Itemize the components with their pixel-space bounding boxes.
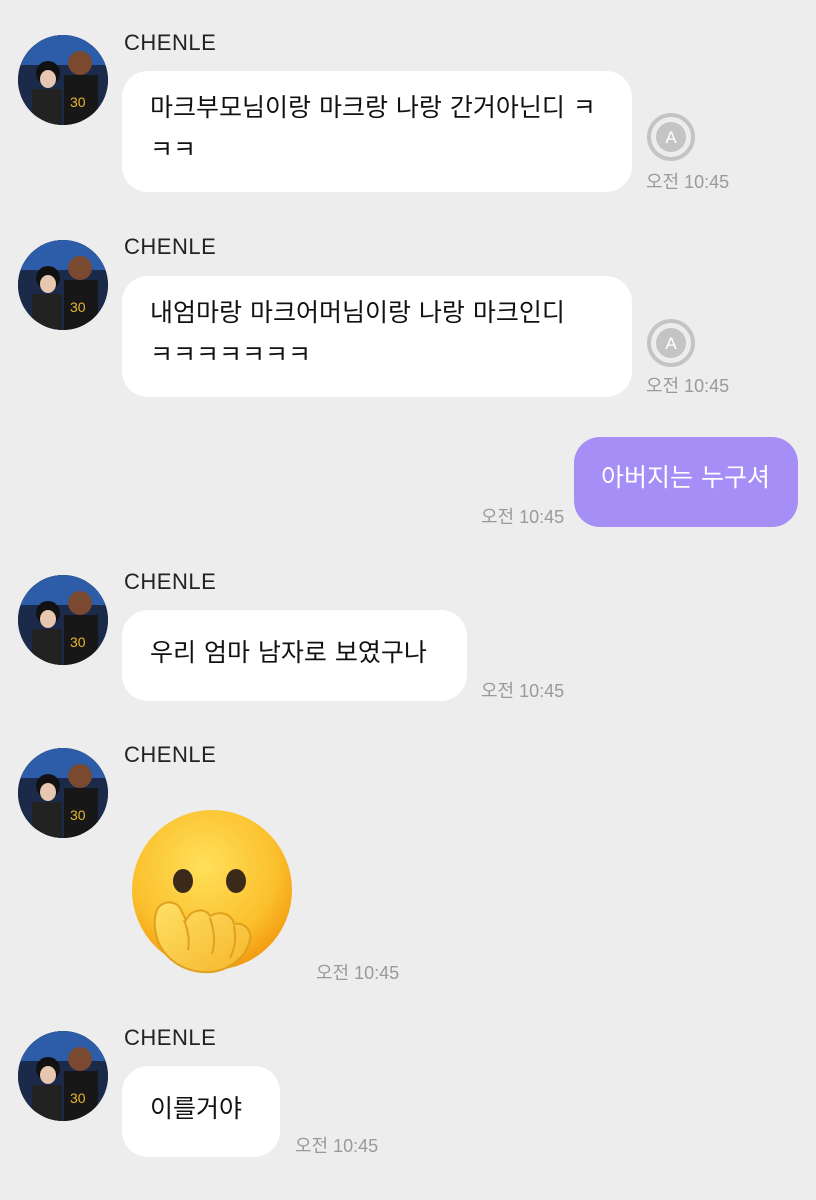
profile-photo: 30 bbox=[18, 1031, 108, 1121]
avatar[interactable]: 30 bbox=[18, 1031, 108, 1121]
profile-photo: 30 bbox=[18, 575, 108, 665]
message-timestamp: 오전 10:45 bbox=[295, 1136, 379, 1156]
message-text-line: ㅋㅋㅋㅋㅋㅋㅋ bbox=[150, 340, 312, 369]
translate-a-icon[interactable]: A bbox=[646, 318, 696, 368]
sender-name: CHENLE bbox=[124, 569, 217, 594]
svg-text:A: A bbox=[665, 334, 677, 353]
face-with-hand-over-mouth-icon[interactable] bbox=[126, 808, 298, 980]
message-timestamp: 오전 10:45 bbox=[481, 681, 565, 701]
avatar[interactable]: 30 bbox=[18, 35, 108, 125]
svg-text:A: A bbox=[665, 128, 677, 147]
message-bubble[interactable]: 마크부모님이랑 마크랑 나랑 간거아닌디 ㅋ ㅋㅋ bbox=[122, 71, 632, 192]
profile-photo: 30 bbox=[18, 35, 108, 125]
svg-text:30: 30 bbox=[70, 94, 86, 110]
message-timestamp: 오전 10:45 bbox=[316, 963, 400, 983]
avatar[interactable]: 30 bbox=[18, 575, 108, 665]
message-timestamp: 오전 10:45 bbox=[646, 172, 730, 192]
chat-thread: 30 CHENLE 마크부모님이랑 마크랑 나랑 간거아닌디 ㅋ ㅋㅋ A 오전… bbox=[0, 0, 816, 1200]
svg-text:30: 30 bbox=[70, 634, 86, 650]
svg-text:30: 30 bbox=[70, 807, 86, 823]
outgoing-message-bubble[interactable]: 아버지는 누구셔 bbox=[574, 437, 798, 527]
sender-name: CHENLE bbox=[124, 30, 217, 55]
profile-photo: 30 bbox=[18, 240, 108, 330]
message-bubble[interactable]: 우리 엄마 남자로 보였구나 bbox=[122, 610, 467, 701]
translate-a-icon[interactable]: A bbox=[646, 112, 696, 162]
sender-name: CHENLE bbox=[124, 1025, 217, 1050]
profile-photo: 30 bbox=[18, 748, 108, 838]
avatar[interactable]: 30 bbox=[18, 748, 108, 838]
message-text: 이를거야 bbox=[150, 1094, 243, 1123]
svg-text:30: 30 bbox=[70, 1090, 86, 1106]
message-bubble[interactable]: 이를거야 bbox=[122, 1066, 280, 1157]
message-bubble[interactable]: 내엄마랑 마크어머님이랑 나랑 마크인디 ㅋㅋㅋㅋㅋㅋㅋ bbox=[122, 276, 632, 397]
message-timestamp: 오전 10:45 bbox=[481, 507, 565, 527]
message-text: 아버지는 누구셔 bbox=[601, 463, 770, 492]
message-text-line: 마크부모님이랑 마크랑 나랑 간거아닌디 ㅋ bbox=[150, 93, 596, 122]
sender-name: CHENLE bbox=[124, 742, 217, 767]
sender-name: CHENLE bbox=[124, 234, 217, 259]
message-timestamp: 오전 10:45 bbox=[646, 376, 730, 396]
svg-text:30: 30 bbox=[70, 299, 86, 315]
message-text-line: ㅋㅋ bbox=[150, 135, 197, 164]
message-text-line: 내엄마랑 마크어머님이랑 나랑 마크인디 bbox=[150, 298, 565, 327]
avatar[interactable]: 30 bbox=[18, 240, 108, 330]
message-text: 우리 엄마 남자로 보였구나 bbox=[150, 638, 427, 667]
